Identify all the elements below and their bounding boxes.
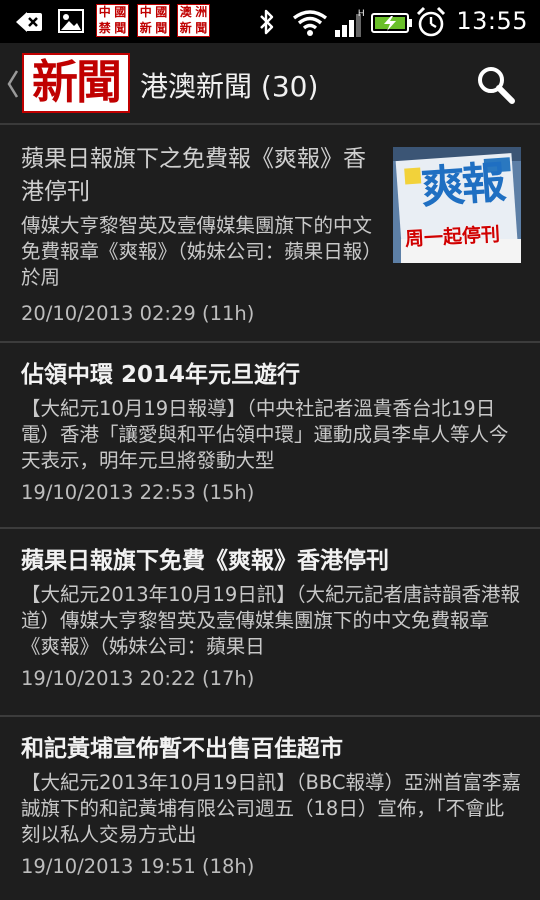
thumbnail-caption: 周一起停刊 [404,223,501,251]
news-title: 蘋果日報旗下免費《爽報》香港停刊 [21,548,389,574]
status-bar: 中國 禁聞 中國 新聞 澳洲 新聞 H 13:55 [0,0,540,43]
news-time: 19/10/2013 20:22 (17h) [21,667,255,690]
australia-news-notification-icon: 澳洲 新聞 [177,4,210,37]
news-time: 19/10/2013 19:51 (18h) [21,855,255,878]
news-summary: 【大紀元10月19日報導】（中央社記者溫貴香台北19日電）香港「讓愛與和平佔領中… [21,397,509,472]
svg-text:H: H [358,8,365,18]
news-time: 19/10/2013 22:53 (15h) [21,481,255,504]
back-arrow-icon [16,12,42,32]
up-navigation-icon[interactable] [6,67,20,101]
news-title: 和記黃埔宣佈暫不出售百佳超市 [21,736,343,762]
app-logo[interactable]: 新聞 [22,53,130,113]
news-time: 20/10/2013 02:29 (11h) [21,302,255,325]
news-list: 蘋果日報旗下之免費報《爽報》香港停刊 傳媒大亨黎智英及壹傳媒集團旗下的中文免費報… [0,125,540,900]
image-icon [58,9,84,33]
china-news-notification-icon: 中國 新聞 [137,4,170,37]
news-item[interactable]: 和記黃埔宣佈暫不出售百佳超市 【大紀元2013年10月19日訊】（BBC報導）亞… [0,717,540,900]
battery-charging-icon [371,13,412,33]
action-bar: 新聞 港澳新聞 (30) [0,43,540,125]
alarm-icon [416,6,446,37]
news-title: 蘋果日報旗下之免費報《爽報》香港停刊 [21,146,366,205]
news-thumbnail: 爽報 周一起停刊 [393,147,521,263]
page-title: 港澳新聞 (30) [140,70,319,103]
china-banned-news-notification-icon: 中國 禁聞 [96,4,129,37]
clock: 13:55 [456,7,528,35]
signal-icon: H [335,8,365,37]
search-icon[interactable] [474,63,518,107]
news-item[interactable]: 佔領中環 2014年元旦遊行 【大紀元10月19日報導】（中央社記者溫貴香台北1… [0,343,540,529]
wifi-icon [292,10,328,36]
news-summary: 傳媒大亨黎智英及壹傳媒集團旗下的中文免費報章《爽報》（姊妹公司：蘋果日報）於周 [21,214,373,289]
news-item[interactable]: 蘋果日報旗下免費《爽報》香港停刊 【大紀元2013年10月19日訊】（大紀元記者… [0,529,540,717]
thumbnail-headline: 爽報 [419,157,505,214]
bluetooth-icon [260,9,274,35]
news-summary: 【大紀元2013年10月19日訊】（BBC報導）亞洲首富李嘉誠旗下的和記黃埔有限… [21,771,522,846]
news-title: 佔領中環 2014年元旦遊行 [21,362,301,388]
news-item[interactable]: 蘋果日報旗下之免費報《爽報》香港停刊 傳媒大亨黎智英及壹傳媒集團旗下的中文免費報… [0,125,540,343]
news-summary: 【大紀元2013年10月19日訊】（大紀元記者唐詩韻香港報道）傳媒大亨黎智英及壹… [21,583,521,658]
